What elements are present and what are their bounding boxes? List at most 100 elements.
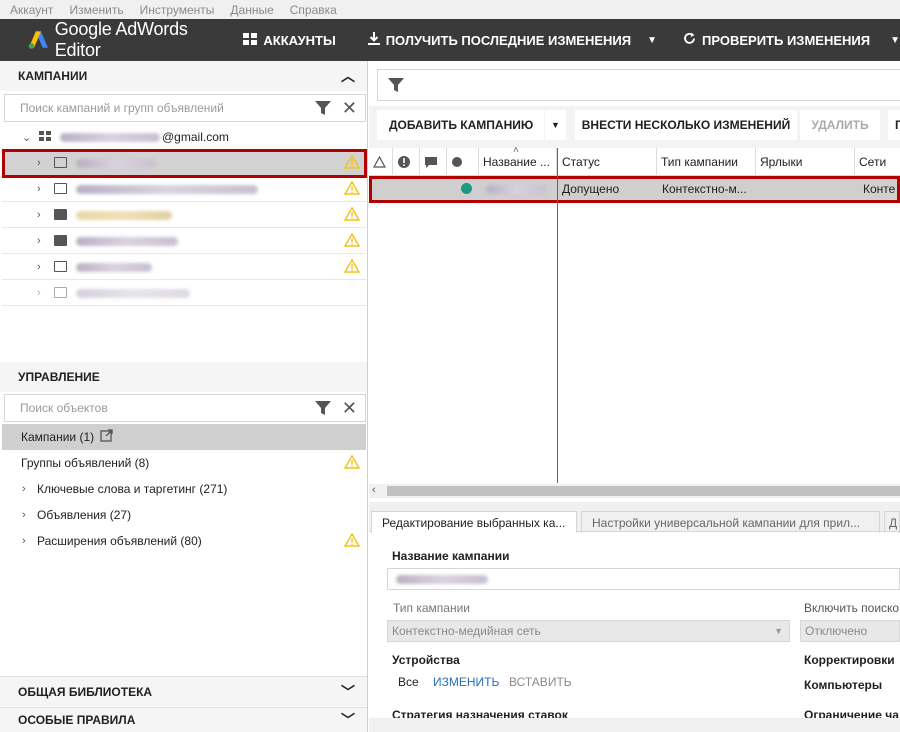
campaign-name-blurred [76,211,172,220]
col-warning-icon[interactable] [369,148,393,176]
check-changes-button[interactable]: ПРОВЕРИТЬ ИЗМЕНЕНИЯ ▼ [683,32,900,48]
objects-search-placeholder: Поиск объектов [20,401,108,415]
chevron-right-icon[interactable]: › [22,535,26,547]
tab-edit-selected[interactable]: Редактирование выбранных ка... [371,511,577,533]
campaigns-search-input[interactable]: Поиск кампаний и групп объявлений ✕ [4,94,366,122]
campaign-row[interactable]: › [2,202,366,228]
col-campaign-name[interactable]: ˄ Название ... [479,145,557,176]
devices-value: Все [398,675,419,689]
left-panel: КАМПАНИИ ︿ Поиск кампаний и групп объявл… [0,61,368,732]
app-toolbar: Google AdWords Editor АККАУНТЫ ПОЛУЧИТЬ … [0,19,900,61]
get-changes-dropdown-icon[interactable]: ▼ [647,35,657,46]
campaign-type-label: Тип кампании [393,601,470,615]
dropdown-caret-icon: ▼ [774,626,783,636]
col-networks[interactable]: Сети [855,148,900,176]
delete-button[interactable]: УДАЛИТЬ [800,110,880,140]
check-changes-dropdown-icon[interactable]: ▼ [890,35,900,46]
menu-help[interactable]: Справка [290,3,337,17]
change-devices-link[interactable]: ИЗМЕНИТЬ [433,675,499,689]
open-external-icon[interactable] [100,429,113,445]
campaign-name-blurred [396,575,488,584]
mgmt-item-ads[interactable]: › Объявления (27) [2,502,366,528]
chevron-down-icon[interactable]: ﹀ [341,710,355,730]
col-error-icon[interactable] [393,148,420,176]
chevron-right-icon[interactable]: › [22,509,26,521]
campaigns-search-placeholder: Поиск кампаний и групп объявлений [20,101,224,115]
display-campaign-icon [54,287,67,298]
col-campaign-type[interactable]: Тип кампании [657,148,756,176]
tab-app-campaign-settings[interactable]: Настройки универсальной кампании для при… [581,511,880,533]
campaign-row[interactable]: › [2,254,366,280]
mgmt-item-keywords[interactable]: › Ключевые слова и таргетинг (271) [2,476,366,502]
close-icon[interactable]: ✕ [342,398,357,419]
add-campaign-dropdown-icon[interactable]: ▼ [545,110,566,140]
menu-data[interactable]: Данные [230,3,273,17]
mgmt-item-campaigns[interactable]: Кампании (1) [2,424,366,450]
campaign-row[interactable]: › [2,228,366,254]
account-row[interactable]: ⌄ @gmail.com [2,124,366,150]
close-icon[interactable]: ✕ [342,98,357,119]
tab-more[interactable]: Д [884,511,900,533]
col-status[interactable]: Статус [558,148,657,176]
add-campaign-button[interactable]: ДОБАВИТЬ КАМПАНИЮ [377,110,544,140]
tab-label: Настройки универсальной кампании для при… [592,515,861,530]
filter-icon[interactable] [315,100,331,119]
chevron-down-icon[interactable]: ﹀ [341,682,355,702]
col-label: Название ... [483,155,550,169]
objects-search-input[interactable]: Поиск объектов ✕ [4,394,366,422]
get-changes-button[interactable]: ПОЛУЧИТЬ ПОСЛЕДНИЕ ИЗМЕНЕНИЯ ▼ [367,32,657,48]
chevron-right-icon[interactable]: › [37,209,41,221]
chevron-right-icon[interactable]: › [37,261,41,273]
chevron-up-icon[interactable]: ︿ [341,66,355,86]
col-labels[interactable]: Ярлыки [756,148,855,176]
scrollbar-thumb[interactable] [387,486,900,496]
horizontal-scrollbar[interactable]: ‹ [369,484,900,498]
menu-tools[interactable]: Инструменты [140,3,215,17]
col-comment-icon[interactable] [420,148,447,176]
chevron-down-icon[interactable]: ⌄ [22,131,31,144]
campaigns-header[interactable]: КАМПАНИИ ︿ [0,61,367,91]
toolbar-overflow-button[interactable]: Г [888,110,900,140]
campaign-row[interactable]: › [2,176,366,202]
warning-icon [343,454,361,472]
paste-devices-link[interactable]: ВСТАВИТЬ [509,675,572,689]
custom-rules-header[interactable]: ОСОБЫЕ ПРАВИЛА ﹀ [0,707,367,732]
display-campaign-icon [54,261,67,272]
management-title: УПРАВЛЕНИЕ [18,370,100,384]
campaign-row[interactable]: › [2,280,366,306]
col-status-dot-icon[interactable] [447,148,479,176]
grid-filter-input[interactable] [377,69,900,101]
mgmt-item-extensions[interactable]: › Расширения объявлений (80) [2,528,366,554]
toolbar-overflow-label: Г [895,118,900,132]
app-logo: Google AdWords Editor [28,19,213,61]
sort-asc-icon: ˄ [513,145,519,156]
search-partners-select[interactable]: Отключено [800,620,900,642]
campaign-name-blurred [76,289,190,298]
chevron-right-icon[interactable]: › [37,235,41,247]
bulk-changes-label: ВНЕСТИ НЕСКОЛЬКО ИЗМЕНЕНИЙ [581,118,791,132]
campaigns-title: КАМПАНИИ [18,69,88,83]
filter-icon[interactable] [388,77,404,96]
campaign-name-input[interactable] [387,568,900,590]
chevron-right-icon[interactable]: › [37,183,41,195]
bulk-changes-button[interactable]: ВНЕСТИ НЕСКОЛЬКО ИЗМЕНЕНИЙ [575,110,797,140]
chevron-right-icon[interactable]: › [22,483,26,495]
mgmt-item-label: Кампании (1) [21,430,95,444]
bottom-scrollbar[interactable] [369,718,900,732]
mgmt-item-label: Ключевые слова и таргетинг (271) [37,482,228,496]
menu-account[interactable]: Аккаунт [10,3,53,17]
menu-edit[interactable]: Изменить [69,3,123,17]
delete-label: УДАЛИТЬ [811,118,869,132]
chevron-right-icon[interactable]: › [37,287,41,299]
scroll-left-icon[interactable]: ‹ [372,484,376,496]
selected-row-highlight [369,176,900,203]
download-icon [367,32,380,48]
filter-icon[interactable] [315,400,331,419]
warning-icon [343,206,361,224]
accounts-button[interactable]: АККАУНТЫ [243,32,336,48]
mgmt-item-ad-groups[interactable]: Группы объявлений (8) [2,450,366,476]
shared-library-header[interactable]: ОБЩАЯ БИБЛИОТЕКА ﹀ [0,676,367,706]
col-label: Сети [859,155,887,169]
tab-label: Д [889,515,898,530]
campaign-type-select[interactable]: Контекстно-медийная сеть ▼ [387,620,790,642]
